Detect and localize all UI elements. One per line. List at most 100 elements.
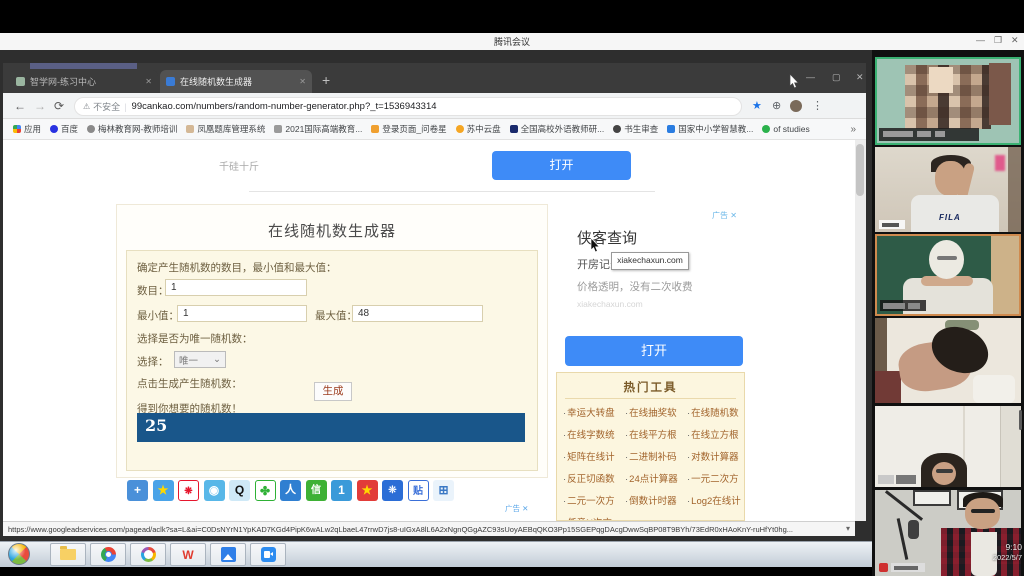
kaixin-share-icon[interactable]: ✤ [255,480,276,501]
bookmark-smart-education[interactable]: 国家中小学智慧教... [667,123,753,135]
tool-link[interactable]: ·一元二次方 [687,471,739,485]
reload-icon[interactable]: ⟳ [54,99,64,113]
qzone-share-icon[interactable]: ★ [153,480,174,501]
link-tooltip: xiakechaxun.com [611,252,689,270]
min-input[interactable] [177,305,307,322]
renren-share-icon[interactable]: 人 [280,480,301,501]
qq-share-icon[interactable]: Q [229,480,250,501]
bookmark-question-bank[interactable]: 凤凰题库管理系统 [186,123,265,135]
tool-link[interactable]: ·24点计算器 [625,471,678,485]
page-scrollbar[interactable] [855,140,866,521]
taskbar-explorer-button[interactable] [50,543,86,566]
tool-link[interactable]: ·二元一次方 [563,493,615,507]
unique-instruction: 选择是否为唯一随机数： [137,331,253,346]
tool-link[interactable]: ·对数计算器 [687,449,739,463]
max-input[interactable] [352,305,483,322]
new-tab-button[interactable]: + [322,72,330,88]
blue-square-favicon [667,125,675,133]
tab-close-icon[interactable]: ✕ [299,77,306,86]
room-background [1000,406,1021,487]
browser-maximize-icon[interactable]: ▢ [832,72,841,83]
print-share-icon[interactable]: ⊞ [433,480,454,501]
tool-link[interactable]: ·在线立方根 [687,427,739,441]
participant-video-5[interactable] [875,406,1021,487]
participant-video-6[interactable] [875,490,1021,576]
bookmark-2021-education[interactable]: 2021国际高端教育... [274,123,362,135]
wechat-share-icon[interactable]: 信 [306,480,327,501]
arrow-favicon [274,125,282,133]
address-bar[interactable]: ⚠ 不安全 | 99cankao.com/numbers/random-numb… [74,97,742,116]
mouse-cursor-white [789,74,800,90]
ad-badge-small[interactable]: 广告 ✕ [505,503,528,514]
bookmark-wenjuanxing[interactable]: 登录页面_问卷星 [371,123,446,135]
bshare-plus-icon[interactable]: + [127,480,148,501]
profile-avatar[interactable] [790,100,802,112]
bookmark-shusheng[interactable]: 书生审查 [613,123,658,135]
ad-open-button[interactable]: 打开 [565,336,743,366]
tab-random-generator[interactable]: 在线随机数生成器 ✕ [160,70,312,93]
browser-minimize-icon[interactable]: — [806,72,815,82]
participant-video-3[interactable] [875,234,1021,316]
divider [565,398,736,399]
sidebar-scrollbar[interactable] [1019,410,1022,430]
room-background [989,63,1011,125]
start-button[interactable] [8,543,30,565]
close-button[interactable]: ✕ [1011,35,1019,46]
room-background [875,371,901,403]
back-icon[interactable]: ← [14,99,26,113]
taskbar-meeting-button[interactable] [250,543,286,566]
baidu-share-icon[interactable]: ❊ [382,480,403,501]
tool-link[interactable]: ·在线抽奖软 [625,405,677,419]
maximize-button[interactable]: ❐ [994,35,1002,46]
ad-title-link[interactable]: 侠客查询 [577,227,637,248]
bookmark-edu-training[interactable]: 梅林教育网-教师培训 [87,123,177,135]
count-input[interactable] [165,279,307,296]
bookmark-label: 书生审查 [624,123,658,135]
tool-link[interactable]: ·矩阵在线计 [563,449,615,463]
ad-badge[interactable]: 广告 ✕ [712,210,737,221]
address-separator: | [124,102,126,112]
taskbar-chrome-button[interactable] [90,543,126,566]
taskbar-photos-button[interactable] [210,543,246,566]
room-background [973,375,1015,403]
menu-kebab-icon[interactable]: ⋮ [812,99,823,112]
tab-zhixuewang[interactable]: 智学网-练习中心 ✕ [10,70,158,93]
security-label: 不安全 [93,100,120,113]
scrollbar-thumb[interactable] [856,144,864,196]
tool-link[interactable]: ·在线随机数 [687,405,739,419]
bookmark-of-studies[interactable]: of studies [762,124,809,134]
participant-video-2[interactable]: FILA [875,147,1021,232]
taskbar-wps-button[interactable]: W [170,543,206,566]
top-open-button[interactable]: 打开 [492,151,631,180]
bookmark-star-icon[interactable]: ★ [752,99,762,112]
tool-link[interactable]: ·Log2在线计 [687,493,741,507]
taskbar-app-button[interactable] [130,543,166,566]
forward-icon[interactable]: → [34,99,46,113]
bookmarks-overflow-chevron[interactable]: » [850,124,856,135]
poco-share-icon[interactable]: ◉ [204,480,225,501]
yixin-share-icon[interactable]: 1 [331,480,352,501]
participant-video-1[interactable] [875,57,1021,145]
security-warning-icon: ⚠ [83,102,90,111]
tab-close-icon[interactable]: ✕ [145,77,152,86]
participant-video-4[interactable] [875,318,1021,403]
participant-figure: FILA [911,195,999,232]
weibo-share-icon[interactable]: ❋ [178,480,199,501]
install-icon[interactable]: ⊕ [772,99,781,112]
tool-link[interactable]: ·在线平方根 [625,427,677,441]
tool-link[interactable]: ·幸运大转盘 [563,405,615,419]
tool-link[interactable]: ·二进制补码 [625,449,677,463]
generate-button[interactable]: 生成 [314,382,352,401]
tool-link[interactable]: ·倒数计时器 [625,493,677,507]
bookmark-suzhong-cloud[interactable]: 苏中云盘 [456,123,501,135]
minimize-button[interactable]: — [976,35,985,45]
bookmark-foreign-language-teachers[interactable]: 全国高校外语教师研... [510,123,605,135]
tool-link[interactable]: ·在线字数统 [563,427,615,441]
bookmark-baidu[interactable]: 百度 [50,123,78,135]
browser-close-icon[interactable]: ✕ [856,72,864,83]
tieba-share-icon[interactable]: 贴 [408,480,429,501]
unique-select[interactable]: 唯一 ⌄ [174,351,226,368]
bookmark-apps[interactable]: 应用 [13,123,41,135]
tool-link[interactable]: ·反正切函数 [563,471,615,485]
favorite-share-icon[interactable]: ★ [357,480,378,501]
